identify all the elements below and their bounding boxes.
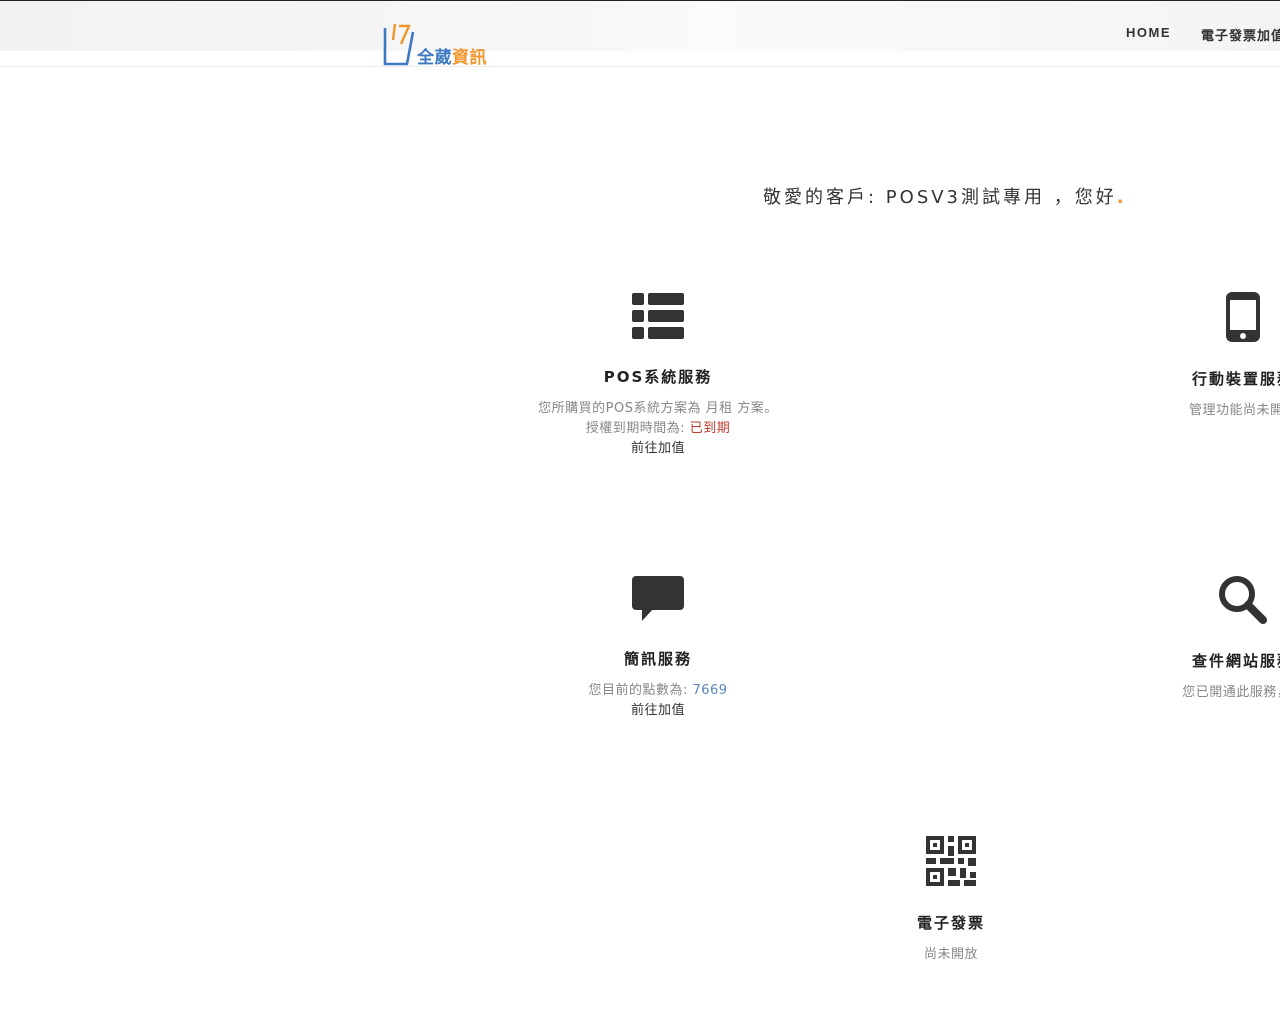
service-einvoice-details: 尚未開放	[781, 945, 1121, 965]
service-pos-plan: 您所購買的POS系統方案為 月租 方案。	[488, 399, 828, 419]
pos-plan-prefix: 您所購買的POS系統方案為	[538, 401, 701, 416]
sms-points-prefix: 您目前的點數為:	[588, 683, 688, 698]
nav-home-link[interactable]: HOME	[1126, 25, 1171, 40]
service-search-desc: 您已開通此服務，點	[1182, 685, 1280, 700]
service-pos-title: POS系統服務	[603, 368, 713, 386]
nav-einvoice-link[interactable]: 電子發票加值	[1201, 25, 1280, 44]
service-mobile-title: 行動裝置服務	[1191, 370, 1280, 388]
chat-bubble-icon	[632, 576, 684, 621]
service-mobile-desc: 管理功能尚未開放	[1188, 403, 1280, 418]
sms-points-value: 7669	[692, 683, 728, 698]
service-sms-title: 簡訊服務	[623, 650, 692, 668]
list-icon	[632, 293, 684, 339]
service-sms: 簡訊服務 您目前的點數為: 7669 前往加值	[488, 574, 828, 721]
service-einvoice: 電子發票 尚未開放	[781, 836, 1121, 965]
service-mobile-details: 管理功能尚未開放	[1073, 401, 1280, 421]
pos-plan-value: 月租	[705, 401, 733, 416]
page: 全葳資訊 HOME 電子發票加值 敬愛的客戶: POSV3測試專用 ，您好. P…	[0, 0, 1280, 1024]
service-pos: POS系統服務 您所購買的POS系統方案為 月租 方案。 授權到期時間為: 已到…	[488, 292, 828, 459]
service-einvoice-title: 電子發票	[916, 914, 985, 932]
service-pos-topup-line: 前往加值	[488, 439, 828, 459]
greeting-prefix: 敬愛的客戶:	[763, 187, 886, 208]
mobile-phone-icon	[1226, 292, 1260, 342]
service-search-title: 查件網站服務	[1191, 652, 1280, 670]
service-sms-points: 您目前的點數為: 7669	[488, 681, 828, 701]
magnifier-icon	[1219, 576, 1267, 624]
pos-topup-link[interactable]: 前往加值	[631, 441, 685, 456]
pos-expiry-prefix: 授權到期時間為:	[585, 421, 686, 436]
brand-name: 全葳資訊	[417, 43, 487, 68]
qr-code-icon	[926, 836, 976, 886]
service-search: 查件網站服務 您已開通此服務，點	[1073, 574, 1280, 703]
pos-plan-suffix: 方案。	[737, 401, 778, 416]
pos-expiry-value: 已到期	[689, 421, 731, 436]
service-pos-details: 您所購買的POS系統方案為 月租 方案。 授權到期時間為: 已到期 前往加值	[488, 399, 828, 459]
sms-topup-link[interactable]: 前往加值	[631, 703, 685, 718]
greeting-suffix: ，您好	[1045, 187, 1117, 208]
brand-name-part2: 資訊	[452, 48, 487, 68]
service-pos-expiry: 授權到期時間為: 已到期	[488, 419, 828, 439]
service-mobile: 行動裝置服務 管理功能尚未開放	[1073, 292, 1280, 421]
main-nav: HOME 電子發票加值	[0, 25, 1280, 45]
greeting-customer-name: POSV3測試專用	[885, 187, 1046, 208]
greeting-dot: .	[1116, 187, 1127, 208]
service-sms-details: 您目前的點數為: 7669 前往加值	[488, 681, 828, 721]
greeting: 敬愛的客戶: POSV3測試專用 ，您好.	[763, 183, 1127, 209]
brand-name-part1: 全葳	[417, 48, 452, 68]
service-sms-topup-line: 前往加值	[488, 701, 828, 721]
service-einvoice-desc: 尚未開放	[923, 947, 978, 962]
site-header: 全葳資訊 HOME 電子發票加值	[0, 0, 1280, 68]
service-search-details: 您已開通此服務，點	[1073, 683, 1280, 703]
